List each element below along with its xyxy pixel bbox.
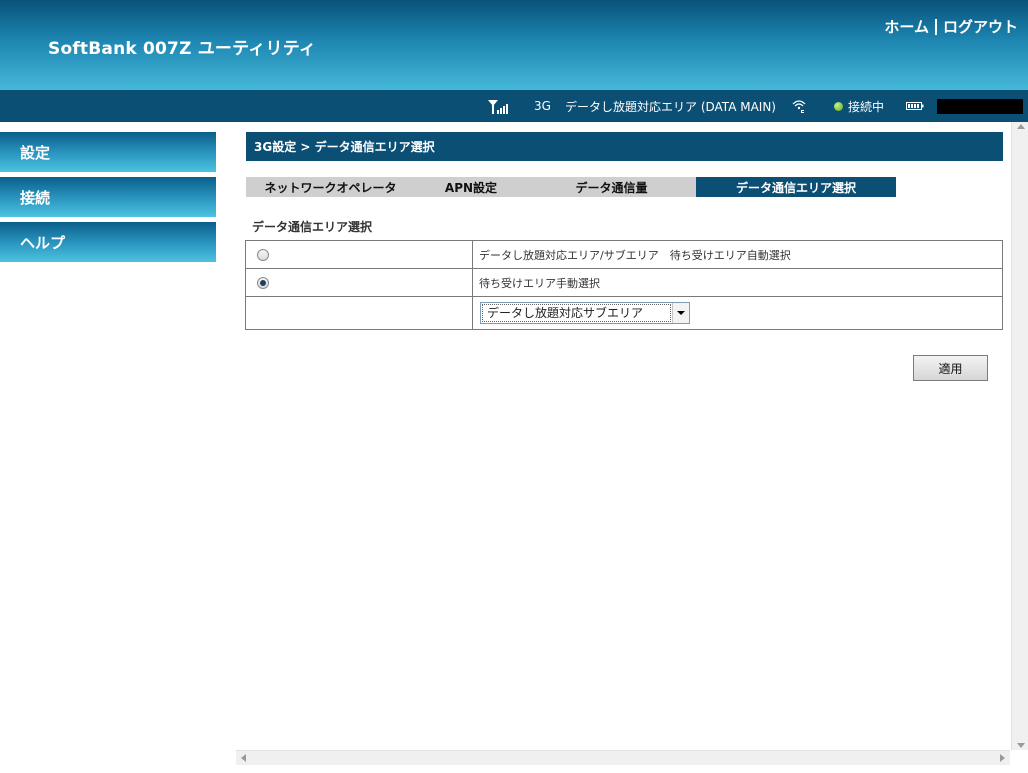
link-separator [934,18,937,35]
current-area: データし放題対応エリア (DATA MAIN) [565,99,776,114]
table-row: データし放題対応エリア/サブエリア 待ち受けエリア自動選択 [245,240,1003,269]
tab-data-usage[interactable]: データ通信量 [527,177,696,197]
connection-status: 接続中 [834,90,884,122]
area-options-table: データし放題対応エリア/サブエリア 待ち受けエリア自動選択 待ち受けエリア手動選… [245,240,1003,330]
network-type: 3G [534,99,551,113]
status-bar: 3G データし放題対応エリア (DATA MAIN) 接続中 [0,90,1028,122]
signal-strength-icon [486,90,510,122]
scroll-down-icon[interactable] [1017,743,1025,748]
scroll-left-icon[interactable] [241,754,246,762]
option-label: データし放題対応エリア/サブエリア 待ち受けエリア自動選択 [472,240,1003,269]
connected-indicator-icon [834,101,843,111]
vertical-scrollbar[interactable] [1011,122,1028,750]
horizontal-scrollbar[interactable] [236,750,1010,765]
connection-status-label: 接続中 [848,99,885,114]
sidebar-item-help[interactable]: ヘルプ [0,222,216,262]
app-title: SoftBank 007Z ユーティリティ [48,39,317,59]
home-link[interactable]: ホーム [884,16,929,37]
tab-bar: ネットワークオペレータ APN設定 データ通信量 データ通信エリア選択 [246,177,896,197]
chevron-down-icon [672,303,689,323]
logout-link[interactable]: ログアウト [943,16,1018,37]
redacted-block [937,99,1023,114]
area-select-value: データし放題対応サブエリア [482,304,671,322]
top-links: ホーム ログアウト [884,16,1018,37]
sidebar-item-settings[interactable]: 設定 [0,132,216,172]
area-select-dropdown[interactable]: データし放題対応サブエリア [480,302,690,324]
option-label: 待ち受けエリア手動選択 [472,268,1003,297]
sidebar: 設定 接続 ヘルプ [0,132,216,267]
table-row: 待ち受けエリア手動選択 [245,268,1003,297]
apply-button[interactable]: 適用 [913,355,988,381]
tab-data-area-select[interactable]: データ通信エリア選択 [696,177,896,197]
scroll-up-icon[interactable] [1017,124,1025,129]
select-cell: データし放題対応サブエリア [472,296,1003,330]
section-title: データ通信エリア選択 [252,220,373,234]
radio-cell [245,240,473,269]
breadcrumb: 3G設定 > データ通信エリア選択 [246,132,1003,161]
empty-cell [245,296,473,330]
battery-icon [906,90,924,122]
scroll-right-icon[interactable] [1000,754,1005,762]
manual-select-radio[interactable] [257,277,269,289]
radio-cell [245,268,473,297]
sidebar-item-connection[interactable]: 接続 [0,177,216,217]
tab-apn-settings[interactable]: APN設定 [415,177,527,197]
app-header: SoftBank 007Z ユーティリティ ホーム ログアウト [0,0,1028,90]
tab-network-operator[interactable]: ネットワークオペレータ [246,177,415,197]
table-row: データし放題対応サブエリア [245,296,1003,330]
wifi-clients-icon [790,90,808,122]
auto-select-radio[interactable] [257,249,269,261]
